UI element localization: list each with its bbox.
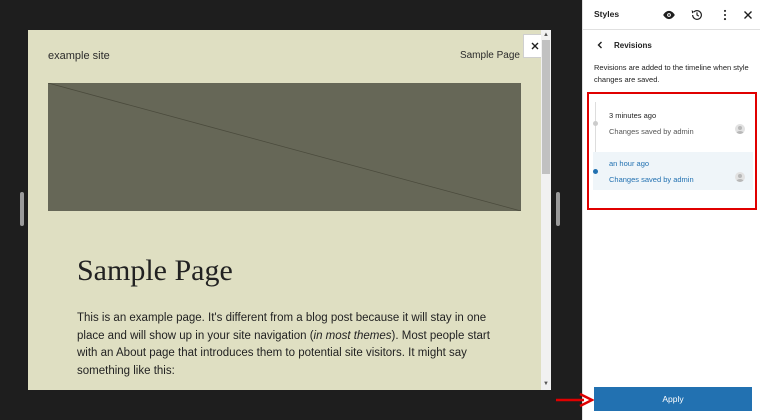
timeline-dot xyxy=(593,121,598,126)
revisions-heading: Revisions xyxy=(614,40,652,50)
page-title: Sample Page xyxy=(77,254,233,287)
scroll-up-arrow-icon[interactable]: ▲ xyxy=(542,31,550,39)
revision-author: Changes saved by admin xyxy=(609,175,694,184)
close-sidebar-icon[interactable] xyxy=(740,7,756,23)
revision-item[interactable]: 3 minutes ago Changes saved by admin xyxy=(593,104,753,142)
revision-author: Changes saved by admin xyxy=(609,127,694,136)
resize-handle-left[interactable] xyxy=(20,192,24,226)
scroll-down-arrow-icon[interactable]: ▼ xyxy=(542,380,550,388)
image-placeholder xyxy=(48,83,521,211)
annotation-arrow-icon xyxy=(556,392,594,408)
styles-sidebar: Styles Revisions Revisions are added to … xyxy=(582,0,760,420)
timeline-dot-active xyxy=(593,169,598,174)
revision-time: 3 minutes ago xyxy=(609,111,657,120)
apply-button[interactable]: Apply xyxy=(594,387,752,411)
revision-item-selected[interactable]: an hour ago Changes saved by admin xyxy=(593,152,753,190)
avatar xyxy=(735,172,745,182)
avatar xyxy=(735,124,745,134)
site-preview: example site Sample Page Sample Page Thi… xyxy=(28,30,551,390)
site-title[interactable]: example site xyxy=(48,50,110,62)
nav-link-sample-page[interactable]: Sample Page xyxy=(460,50,520,61)
page-paragraph: This is an example page. It's different … xyxy=(77,312,490,377)
sidebar-title: Styles xyxy=(594,9,620,19)
revisions-description: Revisions are added to the timeline when… xyxy=(594,63,749,84)
more-vertical-icon[interactable] xyxy=(717,7,733,23)
revisions-nav: Revisions xyxy=(594,38,652,52)
history-icon[interactable] xyxy=(689,7,705,23)
chevron-left-icon[interactable] xyxy=(594,39,606,51)
revisions-highlight-box: 3 minutes ago Changes saved by admin an … xyxy=(587,92,757,210)
close-icon xyxy=(531,42,539,50)
sidebar-header: Styles xyxy=(583,0,760,30)
resize-handle-right[interactable] xyxy=(556,192,560,226)
editor-canvas: example site Sample Page Sample Page Thi… xyxy=(0,0,582,420)
eye-icon[interactable] xyxy=(661,7,677,23)
revision-time: an hour ago xyxy=(609,159,650,168)
scrollbar-thumb[interactable] xyxy=(542,40,550,174)
